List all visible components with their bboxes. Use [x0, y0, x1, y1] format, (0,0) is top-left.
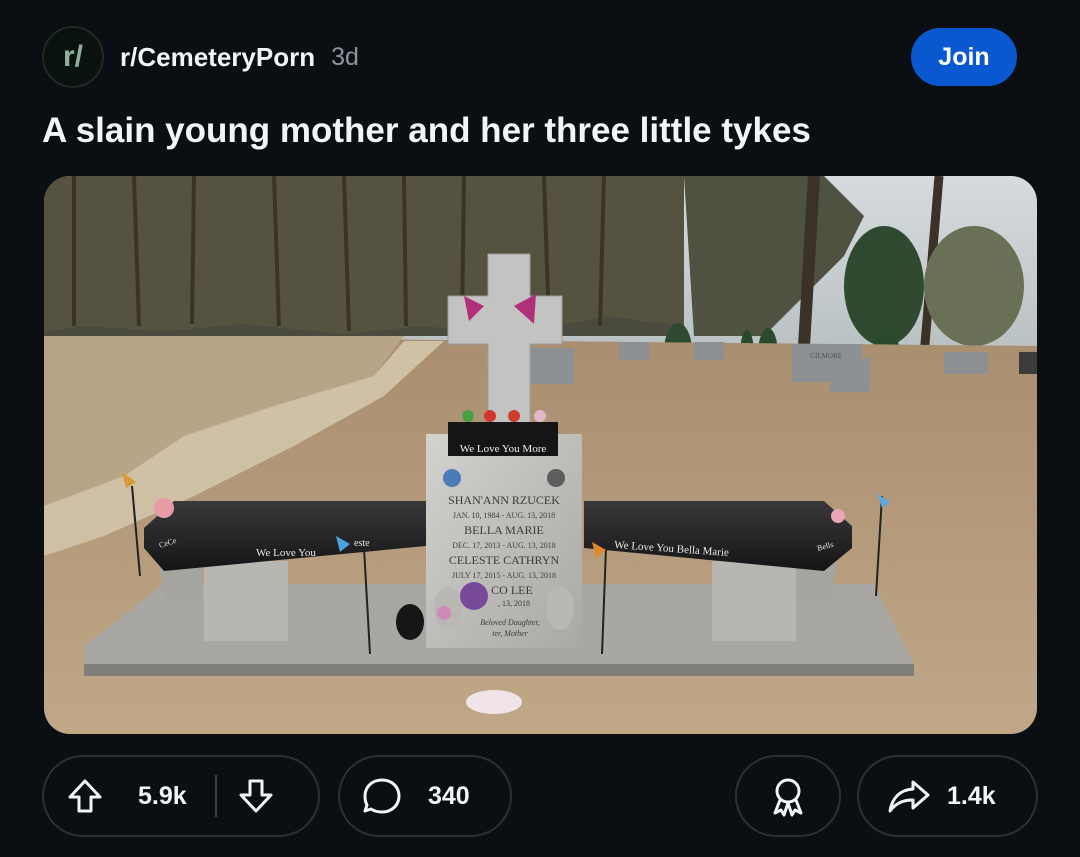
comments-button[interactable]: 340	[338, 755, 512, 837]
bench-left-text: We Love You	[256, 547, 316, 559]
monument-line-6: JULY 17, 2015 - AUG. 13, 2018	[452, 571, 556, 580]
upvote-button[interactable]	[44, 757, 126, 835]
upvote-count: 5.9k	[138, 781, 187, 810]
vote-divider	[214, 775, 217, 817]
share-icon-wrap	[859, 757, 959, 835]
monument-line-4: DEC. 17, 2013 - AUG. 13, 2018	[452, 541, 556, 550]
award-button[interactable]	[735, 755, 841, 837]
subreddit-name[interactable]: r/CemeteryPorn	[120, 42, 315, 73]
upvote-arrow-icon	[68, 779, 102, 813]
subreddit-avatar[interactable]: r/	[42, 26, 104, 88]
monument-line-1: SHAN'ANN RZUCEK	[448, 493, 560, 507]
distant-stone-label: GILMORE	[810, 352, 842, 360]
award-ribbon-icon	[773, 778, 803, 817]
post-age: 3d	[331, 42, 359, 71]
join-button[interactable]: Join	[911, 28, 1017, 86]
downvote-button[interactable]	[231, 757, 281, 835]
vote-control: 5.9k	[42, 755, 320, 837]
monument-line-2: JAN. 10, 1984 - AUG. 13, 2018	[453, 511, 555, 520]
comment-icon-wrap	[340, 757, 424, 835]
plaque-text: We Love You More	[460, 443, 547, 455]
monument-line-3: BELLA MARIE	[464, 523, 544, 537]
comment-count: 340	[428, 781, 470, 810]
bench-left-partial-text: este	[354, 538, 370, 549]
post-page: r/ r/CemeteryPorn 3d Join A slain young …	[0, 0, 1080, 857]
monument-line-7: CO LEE	[491, 583, 533, 597]
monument-line-10: ter, Mother	[492, 629, 528, 638]
post-action-bar: 5.9k 340 1.4k	[42, 755, 1038, 839]
monument-line-9: Beloved Daughter,	[480, 618, 540, 627]
post-title[interactable]: A slain young mother and her three littl…	[42, 108, 1022, 154]
monument-line-5: CELESTE CATHRYN	[449, 553, 560, 567]
post-image[interactable]: GILMORE We Love You este CeCe We Love Yo…	[44, 176, 1037, 734]
share-button[interactable]: 1.4k	[857, 755, 1038, 837]
speech-bubble-icon	[363, 778, 401, 814]
monument-line-8: , 13, 2018	[498, 599, 530, 608]
downvote-arrow-icon	[239, 779, 273, 813]
share-arrow-icon	[888, 780, 930, 813]
share-count: 1.4k	[947, 781, 996, 810]
post-header: r/ r/CemeteryPorn 3d Join	[42, 25, 1017, 89]
